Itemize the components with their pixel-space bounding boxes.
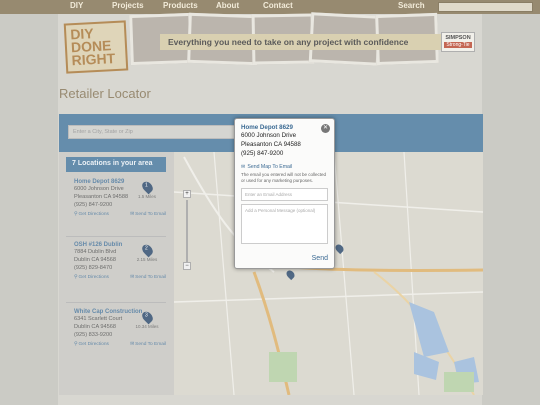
send-button[interactable]: Send [312,255,328,262]
message-field[interactable]: Add a Personal Message (optional) [241,204,328,244]
send-map-modal: ✕ Home Depot 8629 6000 Johnson Drive Ple… [234,118,335,269]
modal-phone: (925) 847-9200 [241,150,284,157]
close-icon[interactable]: ✕ [321,124,330,133]
modal-address: 6000 Johnson Drive [241,132,297,139]
privacy-note: The email you entered will not be collec… [241,172,327,183]
modal-store-name: Home Depot 8629 [241,124,293,131]
modal-city: Pleasanton CA 94588 [241,141,301,148]
mail-icon: ✉ [241,164,246,170]
send-map-heading: ✉ Send Map To Email [241,164,328,170]
send-map-label: Send Map To Email [247,164,293,170]
email-field[interactable]: Enter an Email Address [241,188,328,201]
